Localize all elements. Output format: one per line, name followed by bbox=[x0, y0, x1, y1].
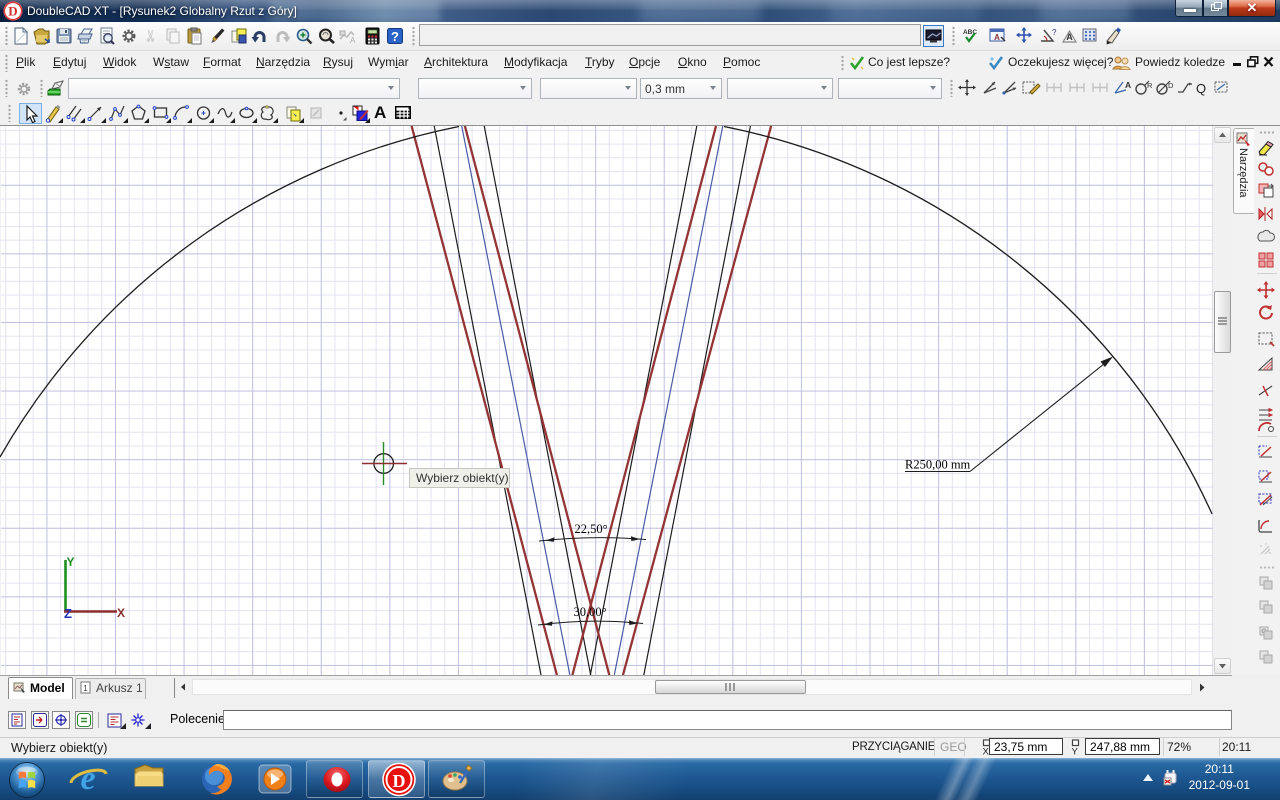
svg-text:ABC: ABC bbox=[963, 29, 977, 36]
svg-text:Y: Y bbox=[67, 555, 75, 569]
svg-text:A: A bbox=[1066, 32, 1073, 42]
svg-text:A: A bbox=[1125, 80, 1131, 90]
svg-text:22,50°: 22,50° bbox=[574, 522, 607, 536]
svg-text:R: R bbox=[1147, 81, 1153, 90]
svg-text:D: D bbox=[393, 771, 406, 791]
svg-text:A: A bbox=[350, 36, 356, 45]
svg-text:R250,00 mm: R250,00 mm bbox=[905, 458, 971, 472]
svg-text:D: D bbox=[1168, 81, 1174, 90]
svg-text:1: 1 bbox=[83, 684, 88, 693]
svg-text:?: ? bbox=[1052, 28, 1057, 37]
svg-text:Y: Y bbox=[1072, 747, 1079, 758]
svg-text:?: ? bbox=[391, 29, 399, 44]
svg-text:D: D bbox=[8, 4, 17, 19]
svg-text:X: X bbox=[117, 606, 125, 620]
svg-text:30,00°: 30,00° bbox=[573, 605, 606, 619]
svg-text:e: e bbox=[80, 760, 95, 797]
svg-text:Z: Z bbox=[64, 606, 72, 621]
svg-text:✄: ✄ bbox=[143, 29, 160, 42]
svg-text:A: A bbox=[994, 33, 1000, 42]
